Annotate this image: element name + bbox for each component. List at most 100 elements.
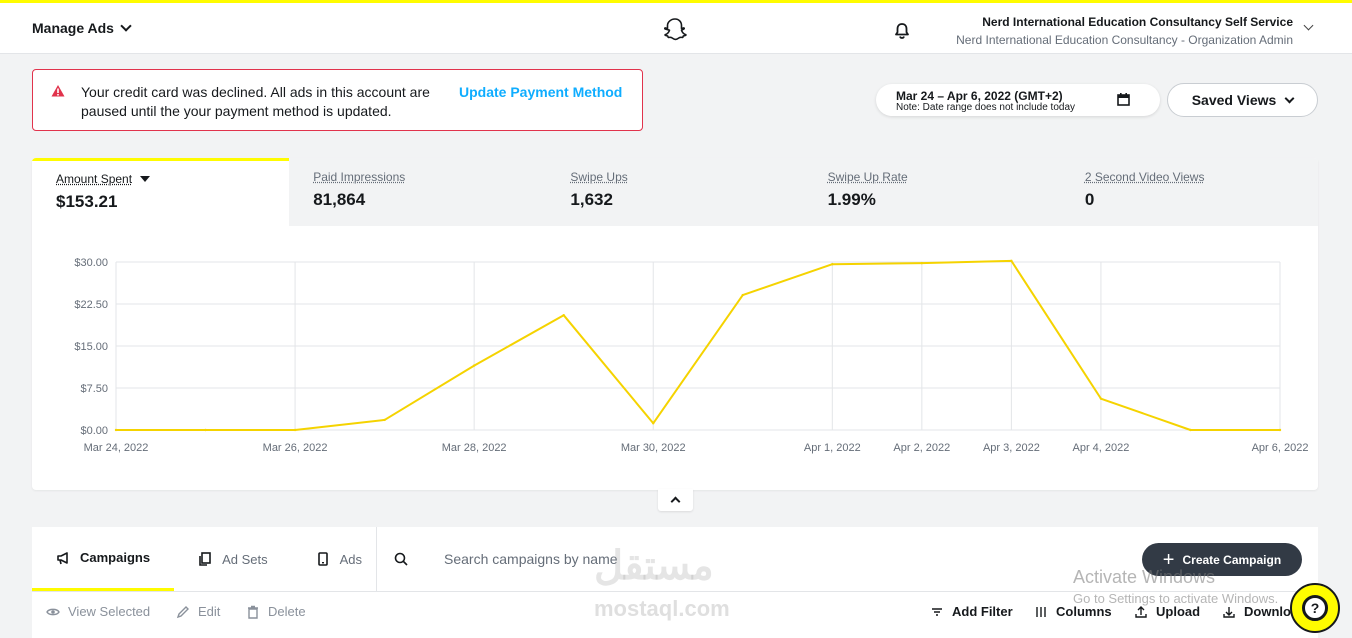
bell-icon[interactable] <box>893 22 911 40</box>
upload-label: Upload <box>1156 604 1201 619</box>
metric-tab-swipe-up-rate[interactable]: Swipe Up Rate 1.99% <box>804 158 1061 226</box>
metric-label: 2 Second Video Views <box>1084 170 1205 184</box>
add-filter-button[interactable]: Add Filter <box>930 604 1013 619</box>
date-range-label: Mar 24 – Apr 6, 2022 (GMT+2) <box>896 89 1063 103</box>
x-tick-label: Mar 30, 2022 <box>621 442 686 454</box>
y-tick-label: $30.00 <box>74 257 108 269</box>
x-tick-label: Apr 2, 2022 <box>893 442 950 454</box>
data-point <box>1099 397 1103 400</box>
metric-value: $153.21 <box>56 192 118 211</box>
data-point <box>920 261 924 265</box>
trash-icon <box>248 605 258 619</box>
saved-views-dropdown[interactable]: Saved Views <box>1167 83 1318 117</box>
download-label: Downlo <box>1244 604 1291 619</box>
metric-label: Swipe Up Rate <box>827 170 908 184</box>
chevron-up-icon <box>670 496 681 507</box>
saved-views-label: Saved Views <box>1191 92 1277 108</box>
warning-icon <box>51 85 65 97</box>
collapse-chart-button[interactable] <box>658 489 693 511</box>
top-header: Manage Ads Nerd International Education … <box>0 0 1352 54</box>
columns-label: Columns <box>1056 604 1112 619</box>
x-tick-label: Mar 24, 2022 <box>84 442 149 454</box>
edit-label: Edit <box>198 604 221 619</box>
metric-value: 81,864 <box>313 190 366 209</box>
payment-declined-alert: Your credit card was declined. All ads i… <box>32 69 643 131</box>
adsets-icon <box>199 552 211 566</box>
y-tick-label: $15.00 <box>74 341 108 353</box>
chevron-down-icon <box>120 20 132 32</box>
data-point <box>1278 428 1282 432</box>
x-tick-label: Mar 28, 2022 <box>442 442 507 454</box>
help-button[interactable]: ? <box>1290 583 1340 633</box>
x-tick-label: Apr 4, 2022 <box>1072 442 1129 454</box>
pencil-icon <box>176 605 189 618</box>
create-campaign-button[interactable]: + Create Campaign <box>1142 543 1302 576</box>
data-point <box>114 428 118 432</box>
search-campaigns-input[interactable] <box>444 547 744 571</box>
x-tick-label: Apr 3, 2022 <box>983 442 1040 454</box>
upload-icon <box>1135 605 1147 618</box>
y-tick-label: $0.00 <box>80 425 108 437</box>
date-range-picker[interactable]: Mar 24 – Apr 6, 2022 (GMT+2) Note: Date … <box>876 84 1160 116</box>
metric-tab-video-views[interactable]: 2 Second Video Views 0 <box>1061 158 1318 226</box>
tab-label: Ad Sets <box>222 551 268 567</box>
date-range-note: Note: Date range does not include today <box>896 102 1076 113</box>
metric-label: Paid Impressions <box>313 170 406 184</box>
view-selected-button[interactable]: View Selected <box>46 604 150 619</box>
download-icon <box>1223 606 1235 618</box>
x-tick-label: Apr 6, 2022 <box>1252 442 1309 454</box>
campaigns-panel: Campaigns Ad Sets Ads + Create Campaign … <box>32 527 1318 638</box>
view-selected-label: View Selected <box>68 604 151 619</box>
metric-label: Amount Spent <box>56 172 133 186</box>
create-campaign-label: Create Campaign <box>1182 552 1282 567</box>
tab-campaigns[interactable]: Campaigns <box>32 527 175 591</box>
delete-button[interactable]: Delete <box>246 604 306 619</box>
tab-ad-sets[interactable]: Ad Sets <box>174 527 292 591</box>
manage-ads-menu[interactable]: Manage Ads <box>32 20 132 36</box>
upload-button[interactable]: Upload <box>1134 604 1200 619</box>
alert-message: Your credit card was declined. All ads i… <box>81 84 430 119</box>
columns-button[interactable]: Columns <box>1034 604 1112 619</box>
edit-button[interactable]: Edit <box>176 604 220 619</box>
org-name: Nerd International Education Consultancy… <box>982 15 1293 29</box>
data-point <box>562 314 565 317</box>
caret-down-icon[interactable] <box>140 176 151 182</box>
data-point <box>383 418 386 422</box>
megaphone-icon <box>57 551 68 564</box>
tab-ads[interactable]: Ads <box>292 527 386 591</box>
x-tick-label: Mar 26, 2022 <box>263 442 328 454</box>
manage-ads-label: Manage Ads <box>32 20 114 36</box>
calendar-icon <box>1117 93 1130 106</box>
metric-value: 1,632 <box>570 190 613 209</box>
delete-label: Delete <box>268 604 306 619</box>
columns-icon <box>1036 606 1046 617</box>
tab-label: Campaigns <box>80 550 151 565</box>
data-point <box>1189 428 1192 432</box>
data-point <box>741 293 744 297</box>
divider <box>376 527 377 591</box>
question-icon: ? <box>1302 595 1328 621</box>
add-filter-label: Add Filter <box>952 604 1013 619</box>
data-point <box>293 428 297 432</box>
data-point <box>472 364 476 367</box>
data-point <box>652 422 655 425</box>
metric-tab-swipe-ups[interactable]: Swipe Ups 1,632 <box>546 158 803 226</box>
download-button[interactable]: Downlo <box>1222 604 1291 619</box>
snapchat-ghost-icon[interactable] <box>662 17 688 43</box>
data-point <box>204 428 207 432</box>
search-icon <box>394 552 408 566</box>
metric-label: Swipe Ups <box>570 170 628 184</box>
update-payment-method-link[interactable]: Update Payment Method <box>459 84 622 100</box>
chevron-down-icon <box>1284 93 1295 103</box>
table-toolbar: View Selected Edit Delete Add Filter Col… <box>32 591 1318 631</box>
y-tick-label: $7.50 <box>80 383 108 395</box>
organization-switcher[interactable]: Nerd International Education Consultancy… <box>956 13 1293 49</box>
chevron-down-icon[interactable] <box>1303 20 1314 31</box>
eye-icon <box>46 608 60 615</box>
filter-icon <box>932 607 942 616</box>
series-line-amount-spent <box>116 259 1280 431</box>
plus-icon: + <box>1162 548 1175 571</box>
metric-tab-paid-impressions[interactable]: Paid Impressions 81,864 <box>289 158 546 226</box>
org-role: Nerd International Education Consultancy… <box>956 33 1293 47</box>
metric-tab-amount-spent[interactable]: Amount Spent $153.21 <box>32 158 290 226</box>
